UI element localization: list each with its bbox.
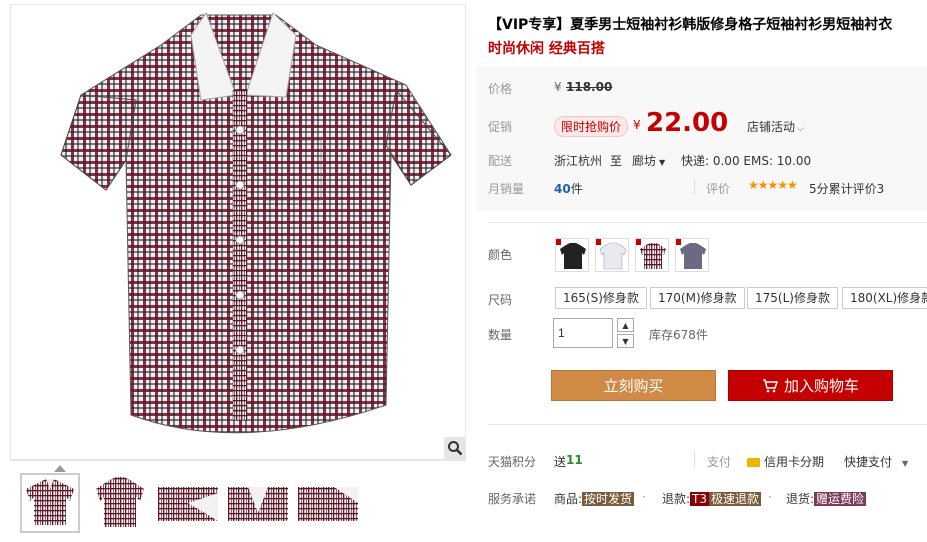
magnifier-icon — [448, 441, 463, 456]
color-option-navy-grey[interactable] — [675, 238, 709, 272]
sales-count: 40 — [554, 182, 571, 196]
add-to-cart-label: 加入购物车 — [783, 377, 859, 395]
color-label: 颜色 — [488, 248, 513, 262]
service-label: 服务承诺 — [488, 492, 537, 506]
original-price: 118.00 — [566, 80, 613, 94]
service-prefix: 退货: — [786, 492, 815, 506]
original-price-currency: ¥ — [554, 80, 562, 94]
review-label: 评价 — [706, 182, 731, 196]
separator-dot: · — [642, 490, 646, 504]
points-value: 11 — [566, 453, 583, 467]
monthly-sales-label: 月销量 — [488, 182, 525, 196]
size-option-s[interactable]: 165(S)修身款 — [555, 287, 647, 309]
chevron-up-icon: ▲ — [622, 320, 629, 330]
thumbnail-1[interactable] — [20, 473, 80, 533]
monthly-sales: 40件 — [554, 180, 583, 197]
caret-down-icon: ▼ — [902, 459, 909, 468]
product-subtitle: 时尚休闲 经典百搭 — [488, 41, 605, 57]
shipping-fees: 快递: 0.00 EMS: 10.00 — [681, 154, 812, 168]
size-option-m[interactable]: 170(M)修身款 — [650, 287, 745, 309]
service-tag-shipping-insurance[interactable]: 赠运费险 — [814, 492, 867, 506]
promo-currency: ¥ — [633, 118, 641, 132]
quick-pay-label: 快捷支付 — [844, 455, 893, 469]
quick-pay-dropdown[interactable]: 快捷支付 ▼ — [844, 453, 908, 470]
ship-to-city: 廊坊 — [632, 154, 657, 168]
thumbnail-3[interactable] — [158, 473, 218, 533]
service-item-ship: 商品: 按时发货 — [554, 490, 635, 507]
service-tag-fast-refund[interactable]: 极速退款 — [709, 492, 762, 506]
quantity-label: 数量 — [488, 328, 513, 342]
service-item-refund: 退款: T3 极速退款 — [662, 490, 762, 507]
promo-price: 22.00 — [646, 108, 729, 138]
ship-to-dropdown[interactable]: 廊坊 ▼ — [632, 152, 665, 169]
cart-icon — [762, 378, 778, 392]
size-option-xl[interactable]: 180(XL)修身款 — [842, 287, 927, 309]
thumbnail-2[interactable] — [90, 473, 150, 533]
credit-installment-label: 信用卡分期 — [764, 455, 825, 469]
flash-sale-badge: 限时抢购价 — [554, 116, 629, 137]
color-option-black[interactable] — [555, 238, 589, 272]
buy-now-button[interactable]: 立刻购买 — [551, 370, 716, 401]
thumbnail-strip — [10, 460, 466, 542]
chevron-down-icon: ▼ — [622, 336, 629, 346]
review-summary-link[interactable]: 5分累计评价3 — [809, 180, 884, 197]
thumbnail-5[interactable] — [298, 473, 358, 533]
caret-down-icon: ▼ — [659, 158, 666, 167]
color-option-grey-red[interactable] — [635, 238, 669, 272]
credit-installment-link[interactable]: 信用卡分期 — [747, 453, 824, 470]
size-option-l[interactable]: 175(L)修身款 — [747, 287, 838, 309]
service-prefix: 退款: — [662, 492, 691, 506]
shipping-label: 配送 — [488, 154, 513, 168]
service-item-return: 退货: 赠运费险 — [786, 490, 867, 507]
credit-card-icon — [747, 458, 760, 467]
sales-unit: 件 — [570, 182, 583, 196]
ship-to-word: 至 — [610, 154, 623, 168]
stock-count: 库存678件 — [649, 328, 708, 342]
thumbnail-pointer-icon — [54, 465, 66, 472]
zoom-button[interactable] — [444, 437, 466, 459]
size-label: 尺码 — [488, 293, 513, 307]
divider — [694, 178, 695, 194]
price-label: 价格 — [488, 82, 513, 96]
add-to-cart-button[interactable]: 加入购物车 — [728, 370, 893, 401]
points-prefix: 送 — [554, 455, 567, 469]
store-activity-label: 店铺活动 — [747, 120, 796, 134]
service-tag-ontime[interactable]: 按时发货 — [582, 492, 635, 506]
divider — [694, 451, 695, 467]
section-divider — [488, 424, 927, 425]
ship-from: 浙江杭州 — [554, 154, 603, 168]
payment-label: 支付 — [707, 455, 732, 469]
promo-label: 促销 — [488, 120, 513, 134]
service-prefix: 商品: — [554, 492, 583, 506]
shirt-image — [60, 11, 452, 434]
quantity-decrease-button[interactable]: ▼ — [617, 334, 634, 348]
thumbnail-4[interactable] — [228, 473, 288, 533]
chevron-down-icon: ⌵ — [797, 124, 804, 134]
tmall-points-label: 天猫积分 — [488, 455, 537, 469]
quantity-input[interactable] — [553, 318, 613, 348]
separator-dot: · — [768, 490, 772, 504]
color-option-white[interactable] — [595, 238, 629, 272]
product-title: 【VIP专享】夏季男士短袖衬衫韩版修身格子短袖衬衫男短袖衬衣 — [488, 17, 893, 33]
main-product-image[interactable] — [10, 4, 466, 460]
rating-stars-icon: ★★★★★ — [748, 178, 798, 192]
section-divider — [488, 222, 927, 223]
store-activity-dropdown[interactable]: 店铺活动 ⌵ — [747, 118, 804, 135]
service-tag-t3: T3 — [690, 492, 710, 506]
quantity-increase-button[interactable]: ▲ — [617, 318, 634, 332]
